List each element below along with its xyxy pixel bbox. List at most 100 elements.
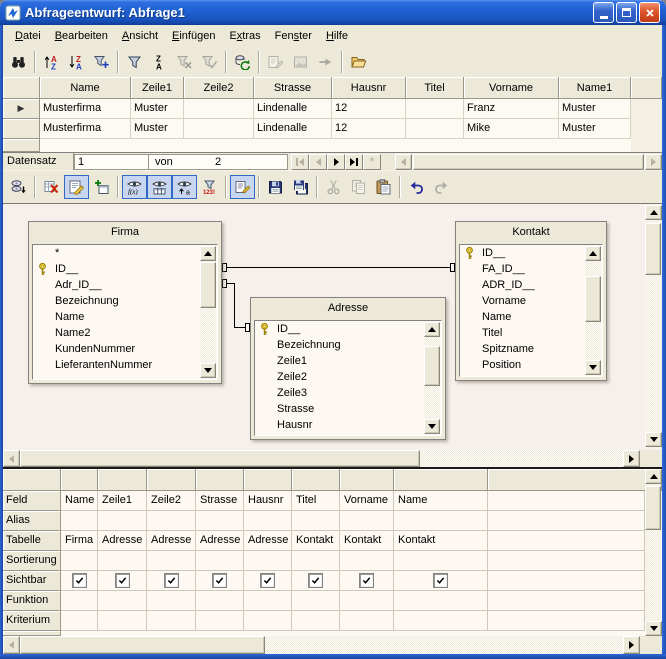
grid-cell[interactable] — [61, 551, 98, 571]
sichtbar-checkbox[interactable] — [72, 573, 87, 588]
column-selector[interactable] — [292, 469, 340, 491]
design-view-button[interactable] — [64, 175, 89, 199]
diagram-hscrollbar[interactable] — [3, 450, 662, 467]
grid-cell[interactable]: Adresse — [244, 531, 292, 551]
folder-open-button[interactable] — [346, 50, 371, 74]
scroll-thumb[interactable] — [200, 262, 216, 308]
grid-cell[interactable]: Hausnr — [244, 491, 292, 511]
database-refresh-button[interactable] — [230, 50, 255, 74]
record-number-input[interactable]: 1 — [74, 154, 148, 170]
grid-cell[interactable] — [292, 511, 340, 531]
column-selector[interactable] — [244, 469, 292, 491]
grid-cell[interactable] — [196, 551, 244, 571]
grid-cell[interactable] — [340, 571, 394, 591]
column-header-zeile1[interactable]: Zeile1 — [131, 77, 184, 99]
paste-button[interactable] — [371, 175, 396, 199]
maximize-button[interactable] — [616, 2, 637, 23]
eye-functions-button[interactable]: f(x) — [122, 175, 147, 199]
table-cell[interactable] — [184, 99, 254, 119]
field-item[interactable]: Name — [460, 309, 602, 325]
form-pencil-edit-button[interactable] — [230, 175, 255, 199]
table-vscrollbar[interactable] — [585, 246, 601, 375]
table-cell[interactable]: Muster — [131, 119, 184, 139]
next-record-button[interactable] — [327, 154, 345, 170]
table-cell[interactable] — [406, 119, 464, 139]
table-box-kontakt[interactable]: KontaktID__FA_ID__ADR_ID__VornameNameTit… — [455, 221, 607, 381]
scroll-down-icon[interactable] — [645, 621, 662, 636]
grid-cell[interactable] — [147, 551, 196, 571]
sichtbar-checkbox[interactable] — [308, 573, 323, 588]
column-header-zeile2[interactable]: Zeile2 — [184, 77, 254, 99]
scroll-thumb[interactable] — [424, 346, 440, 386]
grid-cell[interactable] — [244, 511, 292, 531]
column-selector[interactable] — [147, 469, 196, 491]
join-line-firma-kontakt[interactable] — [222, 267, 455, 268]
grid-cell[interactable]: Kontakt — [292, 531, 340, 551]
title-bar[interactable]: Abfrageentwurf: Abfrage1 — [0, 0, 666, 25]
field-item[interactable]: ID__ — [33, 261, 217, 277]
grid-cell[interactable] — [292, 551, 340, 571]
column-selector[interactable] — [98, 469, 147, 491]
field-item[interactable]: Bezeichnung — [255, 337, 441, 353]
column-header-titel[interactable]: Titel — [406, 77, 464, 99]
table-cell[interactable]: Musterfirma — [40, 99, 131, 119]
grid-cell[interactable] — [98, 551, 147, 571]
grid-cell[interactable] — [244, 571, 292, 591]
field-item[interactable]: Postfach — [255, 433, 441, 436]
database-arrow-down-button[interactable] — [6, 175, 31, 199]
grid-cell[interactable] — [244, 551, 292, 571]
grid-cell[interactable] — [196, 611, 244, 631]
sort-za-letters-button[interactable]: ZA — [147, 50, 172, 74]
diagram-vscrollbar[interactable] — [645, 205, 662, 447]
scroll-right-icon[interactable] — [645, 154, 662, 170]
table-cell[interactable]: Muster — [559, 99, 631, 119]
field-item[interactable]: LieferantenNummer — [33, 357, 217, 373]
grid-cell[interactable]: Adresse — [98, 531, 147, 551]
menu-item-extras[interactable]: Extras — [222, 27, 267, 45]
grid-cell[interactable] — [340, 551, 394, 571]
scroll-left-icon[interactable] — [3, 450, 20, 467]
table-vscrollbar[interactable] — [200, 246, 216, 378]
grid-cell[interactable] — [98, 591, 147, 611]
grid-cell[interactable] — [244, 591, 292, 611]
table-box-adresse[interactable]: AdresseID__BezeichnungZeile1Zeile2Zeile3… — [250, 297, 446, 440]
grid-cell[interactable] — [394, 511, 488, 531]
field-item[interactable]: Titel — [460, 325, 602, 341]
grid-cell[interactable] — [61, 571, 98, 591]
field-item[interactable]: Strasse — [255, 401, 441, 417]
grid-cell[interactable] — [196, 511, 244, 531]
field-item[interactable]: Name2 — [33, 325, 217, 341]
grid-cell[interactable]: Titel — [292, 491, 340, 511]
table-cell[interactable]: Franz — [464, 99, 559, 119]
menu-item-einfügen[interactable]: Einfügen — [165, 27, 222, 45]
grid-cell[interactable] — [394, 591, 488, 611]
scroll-thumb[interactable] — [585, 276, 601, 322]
column-selector[interactable] — [196, 469, 244, 491]
grid-cell[interactable] — [61, 591, 98, 611]
table-cell[interactable] — [184, 119, 254, 139]
funnel-values-button[interactable]: 123! — [197, 175, 222, 199]
row-selector[interactable] — [3, 139, 40, 152]
sichtbar-checkbox[interactable] — [164, 573, 179, 588]
scroll-up-icon[interactable] — [424, 322, 440, 337]
grid-cell[interactable] — [340, 591, 394, 611]
table-cell[interactable]: Musterfirma — [40, 119, 131, 139]
table-cell[interactable]: Muster — [559, 119, 631, 139]
grid-cell[interactable] — [196, 571, 244, 591]
query-grid-vscrollbar[interactable] — [645, 469, 662, 636]
grid-cell[interactable] — [340, 511, 394, 531]
grid-cell[interactable] — [147, 571, 196, 591]
sort-az-ascending-button[interactable]: AZ — [39, 50, 64, 74]
scroll-right-icon[interactable] — [623, 450, 640, 467]
table-cell[interactable]: Lindenalle — [254, 99, 332, 119]
scroll-thumb[interactable] — [20, 450, 420, 467]
scroll-thumb[interactable] — [20, 636, 265, 654]
grid-cell[interactable] — [147, 511, 196, 531]
menu-item-hilfe[interactable]: Hilfe — [319, 27, 355, 45]
field-item[interactable]: Adr_ID__ — [33, 277, 217, 293]
grid-cell[interactable] — [147, 611, 196, 631]
grid-cell[interactable]: Kontakt — [394, 531, 488, 551]
scroll-thumb[interactable] — [645, 223, 661, 275]
scroll-thumb[interactable] — [413, 154, 644, 170]
add-table-button[interactable] — [89, 175, 114, 199]
